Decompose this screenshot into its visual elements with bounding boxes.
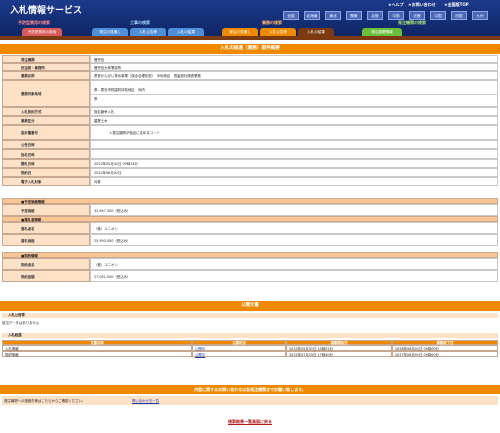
field-label: 落札価格: [2, 234, 90, 246]
field-value: [90, 140, 498, 149]
field-label: 指名日時: [2, 149, 90, 159]
tab-service-result[interactable]: 入札の結果: [298, 28, 334, 36]
field-value: （株）ユニオン: [90, 222, 498, 234]
field-label: 設計書番号: [2, 125, 90, 140]
field-row: 発注機関 鹿児島: [2, 55, 498, 63]
field-row: 契約日 2022年06月02日: [2, 168, 498, 177]
field-row: 担当部・事務所 鹿児島大林業部所: [2, 63, 498, 71]
field-row: 予定価格 32,697,500（税込み）: [2, 204, 498, 216]
region-chubu[interactable]: 中部: [388, 11, 404, 20]
app-header: 入札情報サービス ★ヘルプ ★お問い合わせ ★全国版TOP 全国 北海道 東北 …: [0, 0, 500, 40]
docs-section-progress: 入札経過: [2, 333, 498, 338]
field-row: 契約者名 （株）ユニオン: [2, 258, 498, 270]
field-row: 業務区分 農業土木: [2, 116, 498, 125]
back-to-results-link[interactable]: 検索結果一覧画面に戻る: [0, 419, 500, 425]
field-row: 落札価格 25,993,000（税込み）: [2, 234, 498, 246]
tab-service-outlook[interactable]: 発注の見通し: [222, 28, 258, 36]
region-tohoku[interactable]: 東北: [325, 11, 341, 20]
doc-end: 2027年06月01日 09時00分: [392, 351, 498, 357]
field-value: （株）ユニオン: [90, 258, 498, 270]
inquiry-banner: 内容に関するお問い合わせは各発注機関までお願い致します。: [0, 385, 500, 394]
region-chugoku[interactable]: 中国: [430, 11, 446, 20]
field-value: 県：霧島市牧園町持松地区 地内 県: [90, 80, 498, 107]
doc-status-link[interactable]: 公開中: [192, 351, 286, 357]
region-hokuriku[interactable]: 北陸: [367, 11, 383, 20]
tab-construction-result[interactable]: 入札の結果: [168, 28, 204, 36]
region-value: 県: [91, 93, 497, 103]
region-kinki[interactable]: 近畿: [409, 11, 425, 20]
region-hokkaido[interactable]: 北海道: [304, 11, 320, 20]
section-ordering: 発注機関の検索: [398, 20, 426, 25]
field-value: 2022年05月31日 09時14分: [90, 159, 498, 168]
field-value: 2022年06月02日: [90, 168, 498, 177]
field-row: 入札契約方式 指名競争入札: [2, 107, 498, 116]
docs-title: 公開文書: [0, 301, 500, 311]
field-value: ＊発注機関が独自に定めるコード: [90, 125, 498, 140]
section-reserved: 予防型費用の検索: [18, 20, 50, 25]
region-value: 県：霧島市牧園町持松地区 地内: [94, 87, 145, 92]
field-row: 公告日時: [2, 140, 498, 149]
table-row[interactable]: 契約情報 公開中 2022年07月25日 17時40分 2027年06月01日 …: [2, 351, 498, 357]
contact-link[interactable]: ★お問い合わせ: [408, 2, 436, 8]
field-row: 設計書番号 ＊発注機関が独自に定めるコード: [2, 125, 498, 140]
field-label: 開札日時: [2, 159, 90, 168]
inquiry-contacts-link[interactable]: 問い合わせ先一覧: [132, 398, 159, 403]
region-kanto[interactable]: 関東: [346, 11, 362, 20]
field-label: 業務名称: [2, 71, 90, 80]
field-label: 業務対象地域: [2, 80, 90, 107]
field-value: 27,051,000（税込み）: [90, 270, 498, 282]
field-label: 契約者名: [2, 258, 90, 270]
field-label: 業務区分: [2, 116, 90, 125]
field-row: 業務名称 県営かんがい排水事業（保全合理化型） 中地地区 測量設計調査業務: [2, 71, 498, 80]
doc-start: 2022年07月25日 17時40分: [286, 351, 392, 357]
field-value: 鹿児島: [90, 55, 498, 63]
tab-reserved-search[interactable]: 予防型費用の検索: [22, 28, 62, 36]
help-link[interactable]: ★ヘルプ: [388, 2, 404, 8]
field-row: 指名日時: [2, 149, 498, 159]
field-row: 契約金額 27,051,000（税込み）: [2, 270, 498, 282]
field-label: 予定価格: [2, 204, 90, 216]
doc-name: 契約情報: [2, 351, 192, 357]
field-row: 開札日時 2022年05月31日 09時14分: [2, 159, 498, 168]
nav-top-link[interactable]: ★全国版TOP: [444, 2, 469, 8]
tab-construction-outlook[interactable]: 発注の見通し: [92, 28, 128, 36]
tab-ordering-info[interactable]: 発注機関情報: [362, 28, 402, 36]
region-shikoku[interactable]: 四国: [451, 11, 467, 20]
inquiry-text: 発注機関への連絡先等はこちらからご確認ください。: [4, 399, 86, 403]
field-value: 対象: [90, 177, 498, 186]
field-value: 農業土木: [90, 116, 498, 125]
field-label: 契約日: [2, 168, 90, 177]
section-service: 業務の検索: [262, 20, 282, 25]
field-label: 入札契約方式: [2, 107, 90, 116]
inquiry-row: 発注機関への連絡先等はこちらからご確認ください。 問い合わせ先一覧: [2, 396, 498, 405]
field-label: 落札者名: [2, 222, 90, 234]
region-all[interactable]: 全国: [283, 11, 299, 20]
field-row: 落札者名 （株）ユニオン: [2, 222, 498, 234]
field-value: 指名競争入札: [90, 107, 498, 116]
field-label: 発注機関: [2, 55, 90, 63]
section-construction: 工事の検索: [130, 20, 150, 25]
field-value: [90, 149, 498, 159]
tab-underline: [0, 36, 500, 40]
docs-empty-note: 該当データはありません: [2, 321, 40, 325]
field-value: 32,697,500（税込み）: [90, 204, 498, 216]
field-row: 電子入札対象 対象: [2, 177, 498, 186]
field-label: 担当部・事務所: [2, 63, 90, 71]
field-value: 県営かんがい排水事業（保全合理化型） 中地地区 測量設計調査業務: [90, 71, 498, 80]
docs-section-notice: 入札公告等: [2, 313, 498, 318]
field-label: 電子入札対象: [2, 177, 90, 186]
field-label: 公告日時: [2, 140, 90, 149]
app-logo[interactable]: 入札情報サービス: [10, 3, 82, 16]
tab-service-notice[interactable]: 入札公告等: [260, 28, 296, 36]
field-value: 鹿児島大林業部所: [90, 63, 498, 71]
page-title: 入札の経過（業務）案件概要: [0, 44, 500, 54]
field-value: 25,993,000（税込み）: [90, 234, 498, 246]
tab-construction-notice[interactable]: 入札公告等: [130, 28, 166, 36]
region-kyushu[interactable]: 九州: [472, 11, 488, 20]
field-label: 契約金額: [2, 270, 90, 282]
field-row: 業務対象地域 県：霧島市牧園町持松地区 地内 県: [2, 80, 498, 107]
